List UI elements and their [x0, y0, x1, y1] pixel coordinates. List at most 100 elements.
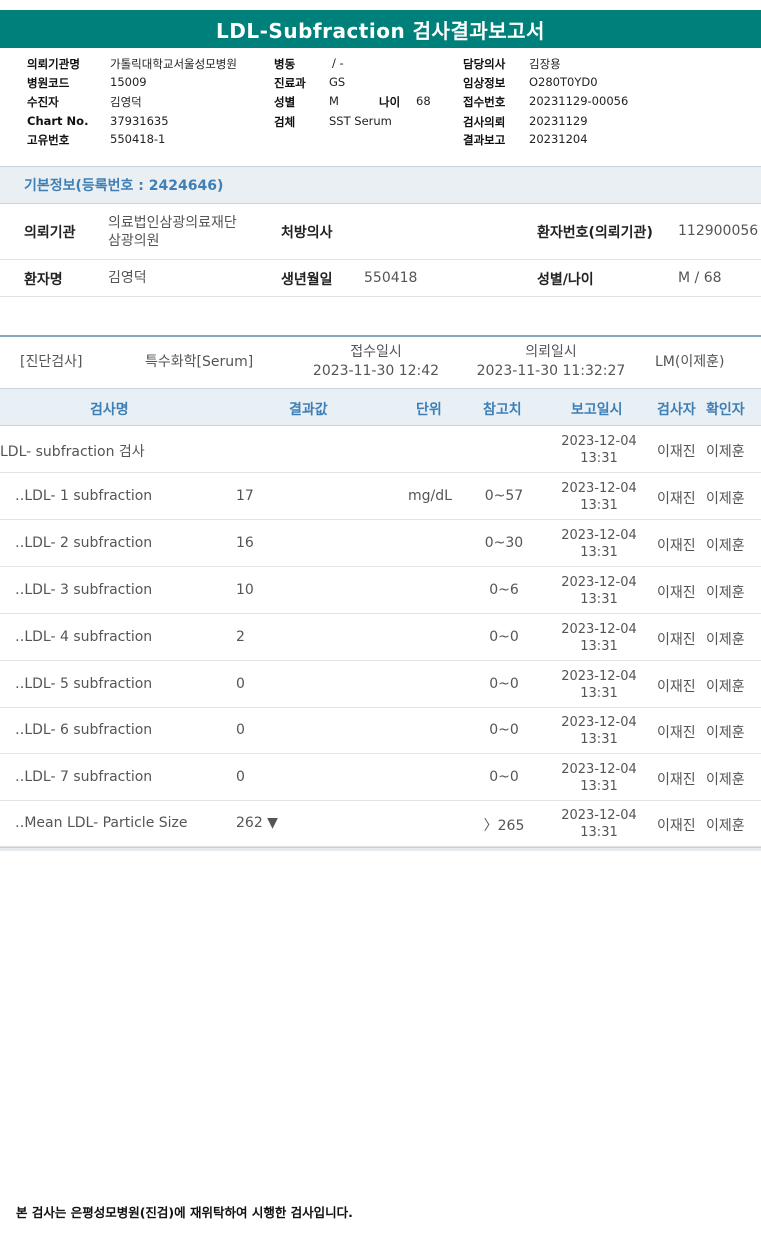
test-name: ‥LDL- 4 subfraction [15, 629, 153, 645]
header-label: 검사의뢰 [463, 115, 506, 129]
tester-name: 이재진 [657, 444, 696, 460]
report-datetime: 2023-12-04 13:31 [556, 621, 642, 655]
results-table-header: 검사명 결과값 단위 참고치 보고일시 검사자 확인자 [0, 388, 761, 426]
report-datetime: 2023-12-04 13:31 [556, 433, 642, 467]
header-label: 수진자 [27, 95, 59, 109]
header-label: 병동 [274, 57, 296, 71]
col-header-report-date: 보고일시 [571, 402, 623, 418]
test-sub-category: 특수화학[Serum] [145, 354, 254, 370]
report-time: 13:31 [580, 451, 618, 466]
reference-value: 0~0 [489, 676, 519, 692]
reference-value: 〉265 [483, 818, 525, 834]
doctor-label: 처방의사 [281, 225, 333, 241]
tester-name: 이재진 [657, 491, 696, 507]
header-label: 성별 [274, 95, 296, 109]
report-datetime: 2023-12-04 13:31 [556, 761, 642, 795]
reference-value: 0~30 [484, 535, 524, 551]
report-title: LDL-Subfraction 검사결과보고서 [0, 10, 761, 48]
report-time: 13:31 [580, 498, 618, 513]
header-label: 결과보고 [463, 133, 506, 147]
test-name: ‥LDL- 3 subfraction [15, 582, 153, 598]
test-name: ‥Mean LDL- Particle Size [15, 815, 188, 831]
report-header-info: 의뢰기관명 가톨릭대학교서울성모병원 병동 / - 담당의사 김장용 병원코드 … [0, 52, 761, 150]
test-name: ‥LDL- 2 subfraction [15, 535, 153, 551]
test-sub-header: [진단검사] 특수화학[Serum] 접수일시 2023-11-30 12:42… [0, 337, 761, 387]
header-value: 550418-1 [110, 132, 166, 146]
sex-age-label: 성별/나이 [537, 272, 594, 288]
col-header-result: 결과값 [289, 402, 328, 418]
lm-info: LM(이제훈) [655, 354, 725, 370]
result-value: 17 [236, 488, 254, 504]
confirmer-name: 이제훈 [706, 818, 745, 834]
header-label: 접수번호 [463, 95, 506, 109]
header-row: 병원코드 15009 진료과 GS 임상정보 O280T0YD0 [0, 75, 761, 94]
header-value: / - [332, 56, 344, 70]
report-datetime: 2023-12-04 13:31 [556, 668, 642, 702]
header-value: GS [329, 75, 346, 89]
patient-name-label: 환자명 [24, 272, 63, 288]
report-time: 13:31 [580, 732, 618, 747]
col-header-confirmer: 확인자 [706, 402, 745, 418]
table-row: ‥LDL- 6 subfraction 0 0~0 2023-12-04 13:3… [0, 707, 761, 754]
report-time: 13:31 [580, 545, 618, 560]
receipt-value: 2023-11-30 12:42 [312, 363, 440, 379]
footer-note: 본 검사는 은평성모병원(진검)에 재위탁하여 시행한 검사입니다. [16, 1205, 353, 1220]
header-value: SST Serum [329, 114, 392, 128]
header-label: 의뢰기관명 [27, 57, 80, 71]
confirmer-name: 이제훈 [706, 632, 745, 648]
report-date: 2023-12-04 [561, 575, 637, 590]
tester-name: 이재진 [657, 679, 696, 695]
header-value: 김영덕 [110, 95, 142, 109]
reference-value: 0~0 [489, 629, 519, 645]
header-label: 고유번호 [27, 133, 70, 147]
test-category: [진단검사] [20, 354, 83, 370]
confirmer-name: 이제훈 [706, 585, 745, 601]
table-row: ‥LDL- 2 subfraction 16 0~30 2023-12-04 13… [0, 520, 761, 567]
table-row: ‥LDL- 4 subfraction 2 0~0 2023-12-04 13:3… [0, 614, 761, 661]
header-value: M [329, 94, 339, 108]
col-header-tester: 검사자 [657, 402, 696, 418]
header-row: Chart No. 37931635 검체 SST Serum 검사의뢰 202… [0, 114, 761, 133]
reference-value: 0~57 [484, 488, 524, 504]
header-row: 의뢰기관명 가톨릭대학교서울성모병원 병동 / - 담당의사 김장용 [0, 56, 761, 75]
report-time: 13:31 [580, 639, 618, 654]
report-time: 13:31 [580, 825, 618, 840]
birth-label: 생년월일 [281, 272, 333, 288]
header-label: 나이 [379, 95, 401, 109]
header-label: 병원코드 [27, 76, 70, 90]
table-row: ‥LDL- 1 subfraction 17 mg/dL 0~57 2023-1… [0, 473, 761, 520]
confirmer-name: 이제훈 [706, 772, 745, 788]
report-date: 2023-12-04 [561, 434, 637, 449]
table-row: ‥LDL- 3 subfraction 10 0~6 2023-12-04 13:… [0, 567, 761, 614]
institution-value-line2: 삼광의원 [108, 233, 160, 249]
table-row: ‥Mean LDL- Particle Size 262 ▼ 〉265 2023… [0, 800, 761, 847]
confirmer-name: 이제훈 [706, 725, 745, 741]
report-datetime: 2023-12-04 13:31 [556, 714, 642, 748]
report-time: 13:31 [580, 592, 618, 607]
header-label: 검체 [274, 115, 296, 129]
table-row: ‥LDL- 5 subfraction 0 0~0 2023-12-04 13:3… [0, 661, 761, 708]
report-date: 2023-12-04 [561, 669, 637, 684]
table-row: ‥LDL- 7 subfraction 0 0~0 2023-12-04 13:3… [0, 754, 761, 801]
report-datetime: 2023-12-04 13:31 [556, 574, 642, 608]
header-value: 20231129 [529, 114, 588, 128]
header-label: 담당의사 [463, 57, 506, 71]
patient-name-value: 김영덕 [108, 270, 147, 286]
header-value: 15009 [110, 75, 147, 89]
report-time: 13:31 [580, 686, 618, 701]
patient-no-label: 환자번호(의뢰기관) [537, 225, 653, 241]
receipt-label: 접수일시 [350, 344, 402, 360]
report-date: 2023-12-04 [561, 481, 637, 496]
header-label: 임상정보 [463, 76, 506, 90]
header-label: Chart No. [27, 114, 89, 128]
tester-name: 이재진 [657, 585, 696, 601]
request-label: 의뢰일시 [525, 344, 577, 360]
col-header-unit: 단위 [416, 402, 442, 418]
header-value: 김장용 [529, 57, 561, 71]
header-value: 37931635 [110, 114, 169, 128]
report-datetime: 2023-12-04 13:31 [556, 807, 642, 841]
table-bottom-border [0, 847, 761, 851]
confirmer-name: 이제훈 [706, 491, 745, 507]
confirmer-name: 이제훈 [706, 444, 745, 460]
institution-value-line1: 의료법인삼광의료재단 [108, 215, 237, 231]
